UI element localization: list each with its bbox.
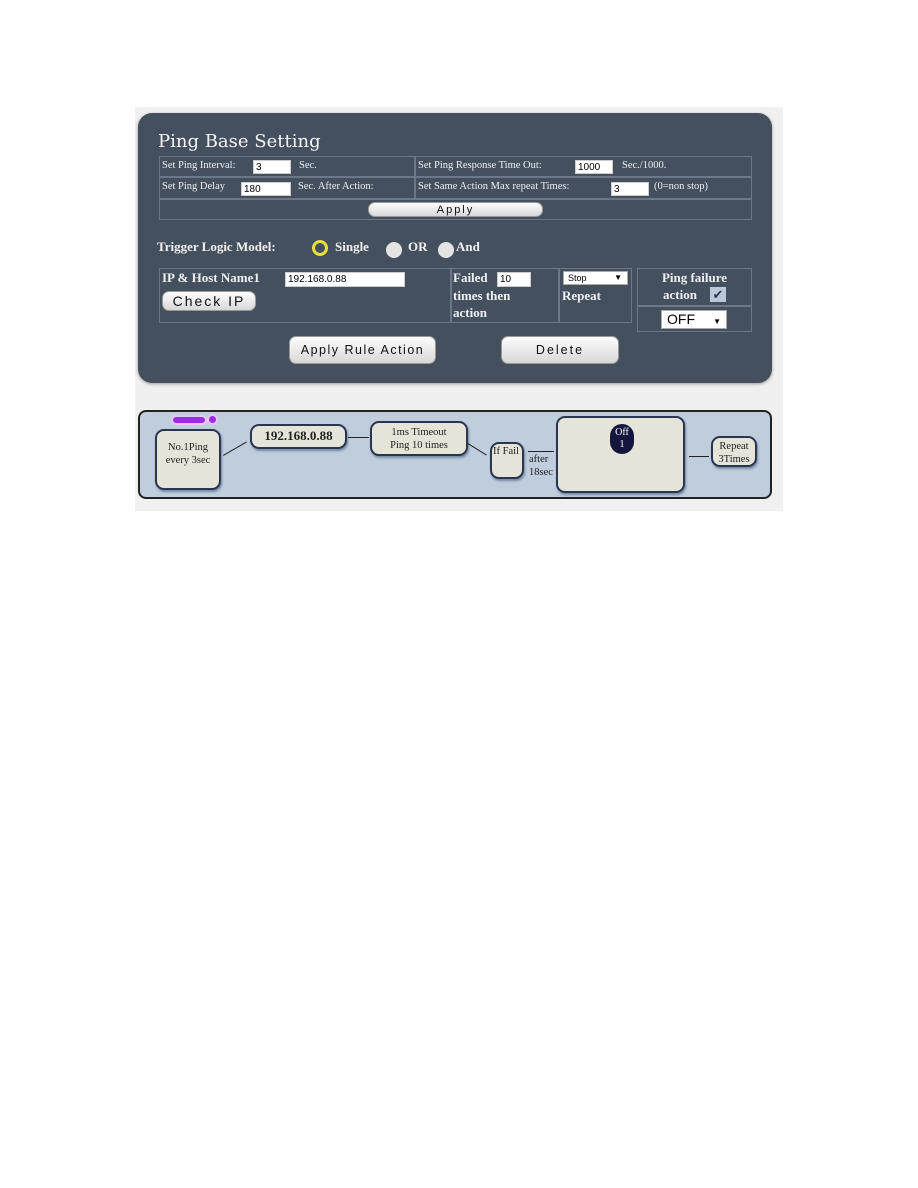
ping-delay-cell: Set Ping Delay Sec. After Action: [159,177,415,199]
timeout-node-line-1: 1ms Timeout [391,427,447,438]
apply-button[interactable]: Apply [368,202,543,217]
ping-interval-cell: Set Ping Interval: Sec. [159,156,415,177]
apply-rule-action-button[interactable]: Apply Rule Action [289,336,436,364]
max-repeat-label: Set Same Action Max repeat Times: [418,181,570,192]
failure-action-checkbox[interactable]: ✔ [710,287,726,302]
ping-node[interactable]: No.1Ping every 3sec [155,429,221,490]
ping-node-line-2: every 3sec [165,455,211,466]
failure-action-label-2: action [663,287,697,302]
repeat-label: Repeat [562,288,601,303]
failed-cell: Failed times then action [451,268,559,323]
connector-line [223,441,247,456]
panel-title: Ping Base Setting [158,131,321,152]
ping-timeout-cell: Set Ping Response Time Out: Sec./1000. [415,156,752,177]
connector-line [689,456,709,457]
radio-and-label: And [456,239,480,254]
failed-label-1: Failed [453,270,488,285]
radio-single[interactable] [312,240,328,256]
radio-and[interactable] [438,242,454,258]
timeout-node[interactable]: 1ms Timeout Ping 10 times [370,421,468,456]
ping-delay-label: Set Ping Delay [162,181,225,192]
dropdown-arrow-icon: ▼ [713,317,721,326]
host-label: IP & Host Name1 [162,270,260,285]
repeat-select[interactable]: Stop ▼ [563,271,628,285]
radio-or-label: OR [408,239,428,254]
action-badge-state: Off [615,427,629,438]
connector-line [528,451,554,452]
failed-times-input[interactable] [497,272,531,287]
if-fail-node[interactable]: If Fail [490,442,524,479]
max-repeat-input[interactable] [611,182,649,196]
ping-timeout-input[interactable] [575,160,613,174]
rule-indicator-bar [173,417,205,423]
radio-or[interactable] [386,242,402,258]
repeat-node-line-2: 3Times [718,454,750,465]
trigger-logic-label: Trigger Logic Model: [157,239,276,254]
action-badge-number: 1 [619,439,625,450]
failure-action-select-value: OFF [667,311,695,327]
failed-label-3: action [453,305,487,320]
failure-action-label-1: Ping failure [661,270,728,285]
max-repeat-cell: Set Same Action Max repeat Times: (0=non… [415,177,752,199]
ping-interval-input[interactable] [253,160,291,174]
failed-label-2: times then [453,288,511,303]
host-input[interactable] [285,272,405,287]
radio-single-label: Single [335,239,369,254]
rule-indicator-dot [209,416,216,423]
after-delay-label: after 18sec [529,453,553,479]
host-cell: IP & Host Name1 Check IP [159,268,451,323]
after-text: after [529,454,549,465]
delete-button[interactable]: Delete [501,336,619,364]
ping-delay-unit: Sec. After Action: [298,181,374,192]
failure-action-cell: Ping failure action ✔ [637,268,752,306]
after-seconds-text: 18sec [529,467,553,478]
repeat-cell: Stop ▼ Repeat [559,268,632,323]
ping-node-line-1: No.1Ping [168,442,208,453]
action-badge: Off 1 [610,424,634,454]
ping-interval-unit: Sec. [299,160,317,171]
ping-timeout-unit: Sec./1000. [622,160,667,171]
ping-base-setting-panel: Ping Base Setting Set Ping Interval: Sec… [138,113,772,383]
failure-action-select-cell: OFF ▼ [637,306,752,332]
repeat-node[interactable]: Repeat 3Times [711,436,757,467]
ping-delay-input[interactable] [241,182,291,196]
connector-line [467,443,487,456]
connector-line [348,437,369,438]
timeout-node-line-2: Ping 10 times [390,440,448,451]
failure-action-select[interactable]: OFF ▼ [661,310,727,329]
apply-row: Apply [159,199,752,220]
ping-timeout-label: Set Ping Response Time Out: [418,160,542,171]
dropdown-arrow-icon: ▼ [614,273,622,282]
ping-interval-label: Set Ping Interval: [162,160,236,171]
max-repeat-note: (0=non stop) [654,181,709,192]
ip-node[interactable]: 192.168.0.88 [250,424,347,449]
repeat-node-line-1: Repeat [719,441,749,452]
rule-flow-diagram: No.1Ping every 3sec 192.168.0.88 1ms Tim… [138,410,772,499]
check-ip-button[interactable]: Check IP [162,291,256,311]
repeat-select-value: Stop [568,273,587,283]
action-node[interactable]: Off 1 [556,416,685,493]
